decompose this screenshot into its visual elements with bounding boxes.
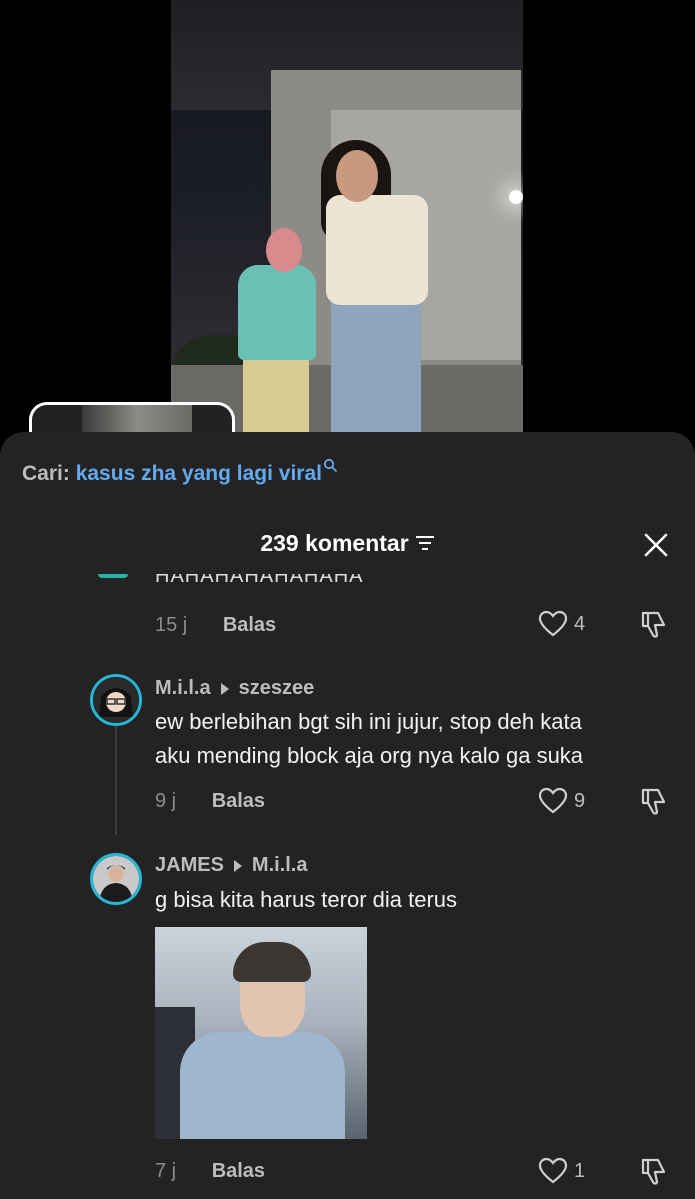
thread-line (115, 715, 117, 835)
filter-icon[interactable] (415, 534, 435, 552)
dislike-icon[interactable] (639, 786, 669, 816)
avatar[interactable] (90, 853, 142, 905)
avatar-image (93, 677, 139, 723)
comments-header: 239 komentar (0, 530, 695, 557)
comment-meta: 15 j Balas (155, 614, 276, 637)
comment-text: ew berlebihan bgt sih ini jujur, stop de… (155, 705, 583, 773)
comment-sheet: Cari: kasus zha yang lagi viral 239 kome… (0, 432, 695, 1199)
comment-author-line: JAMES M.i.l.a (155, 854, 307, 877)
video-person-2-body (326, 195, 428, 305)
heart-icon (538, 1157, 568, 1184)
comment-text: g bisa kita harus teror dia terus (155, 887, 458, 912)
comment-meta: 9 j Balas (155, 790, 265, 813)
reply-button[interactable]: Balas (212, 790, 265, 812)
avatar[interactable] (98, 574, 128, 578)
avatar-image (93, 856, 139, 902)
dislike-icon[interactable] (639, 1156, 669, 1186)
search-label: Cari: (22, 462, 70, 485)
avatar[interactable] (90, 674, 142, 726)
heart-icon (538, 610, 568, 637)
reply-to-user[interactable]: szeszee (239, 677, 315, 699)
comment-author[interactable]: M.i.l.a (155, 677, 211, 699)
video-player[interactable] (171, 0, 523, 440)
dislike-icon[interactable] (639, 609, 669, 639)
close-icon[interactable] (643, 532, 669, 558)
reply-button[interactable]: Balas (212, 1160, 265, 1182)
comment-author[interactable]: JAMES (155, 854, 224, 876)
like-count: 1 (574, 1159, 586, 1182)
reply-arrow-icon (233, 860, 242, 872)
reply-button[interactable]: Balas (223, 614, 276, 636)
video-person-1-body (238, 265, 316, 360)
video-person-2-head (336, 150, 378, 202)
comment-author-line: M.i.l.a szeszee (155, 677, 314, 700)
search-icon (323, 458, 337, 472)
comment-time: 15 j (155, 614, 188, 636)
comment-image[interactable] (155, 927, 367, 1139)
like-button[interactable]: 4 (538, 610, 585, 638)
like-count: 4 (574, 612, 586, 635)
comment-text: HAHAHAHAHAHAHA (155, 574, 364, 587)
video-scene-light (509, 190, 523, 204)
comment-text-line: aku mending block aja org nya kalo ga su… (155, 743, 584, 768)
like-count: 9 (574, 789, 586, 812)
comment-time: 9 j (155, 790, 177, 812)
search-suggestion[interactable]: Cari: kasus zha yang lagi viral (22, 458, 337, 486)
like-button[interactable]: 1 (538, 1157, 585, 1185)
comment-text-line: ew berlebihan bgt sih ini jujur, stop de… (155, 709, 582, 734)
reply-to-user[interactable]: M.i.l.a (252, 854, 308, 876)
comment-image-hair (233, 942, 311, 982)
heart-icon (538, 787, 568, 814)
comment-time: 7 j (155, 1160, 177, 1182)
comment-meta: 7 j Balas (155, 1160, 265, 1183)
video-person-2-legs (331, 295, 421, 440)
comment-count-title: 239 komentar (260, 530, 409, 556)
search-term-link[interactable]: kasus zha yang lagi viral (76, 462, 322, 485)
video-person-1-head (266, 228, 302, 272)
comment-image-shirt (180, 1032, 345, 1139)
like-button[interactable]: 9 (538, 787, 585, 815)
reply-arrow-icon (220, 683, 229, 695)
